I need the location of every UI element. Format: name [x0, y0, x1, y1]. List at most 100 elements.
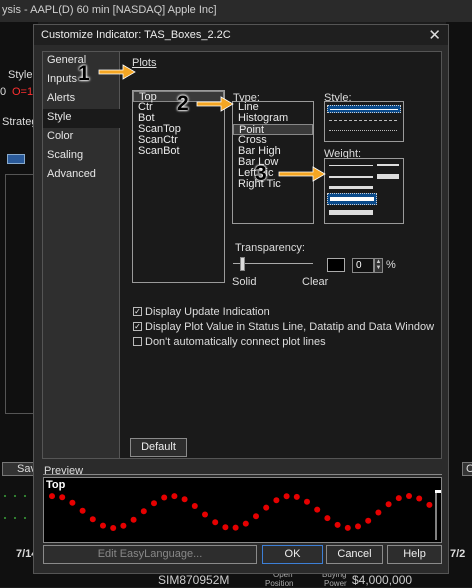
- account-bar: SIM870952M Open Position Buying Power $4…: [0, 570, 472, 588]
- preview-dot: [59, 494, 66, 501]
- close-icon[interactable]: ✕: [428, 26, 441, 44]
- edit-easylanguage-button[interactable]: Edit EasyLanguage...: [43, 545, 257, 564]
- preview-dot: [130, 516, 137, 523]
- preview-dot-plot: [49, 490, 441, 540]
- side-style-label: Style: [8, 69, 33, 81]
- color-swatch[interactable]: [327, 258, 345, 272]
- preview-dot: [375, 509, 382, 516]
- preview-dot: [273, 497, 280, 504]
- preview-dot: [304, 498, 310, 505]
- default-button[interactable]: Default: [130, 438, 187, 457]
- preview-dot: [253, 513, 259, 520]
- status-line-row[interactable]: ✓ Display Plot Value in Status Line, Dat…: [133, 320, 434, 333]
- percent-sign: %: [386, 259, 396, 271]
- preview-dot: [344, 524, 351, 531]
- transparency-slider-track[interactable]: [233, 263, 313, 264]
- plots-listbox[interactable]: Top Ctr Bot ScanTop ScanCtr ScanBot: [132, 90, 225, 283]
- ok-button[interactable]: OK: [262, 545, 323, 564]
- preview-dot: [385, 501, 392, 508]
- app-title: ysis - AAPL(D) 60 min [NASDAQ] Apple Inc…: [2, 4, 217, 16]
- preview-dot: [426, 501, 433, 508]
- preview-dot: [110, 525, 117, 531]
- app-title-bar: ysis - AAPL(D) 60 min [NASDAQ] Apple Inc…: [0, 0, 472, 22]
- nav-color[interactable]: Color: [43, 128, 119, 147]
- preview-dot: [395, 495, 402, 502]
- preview-label: Preview: [44, 465, 84, 477]
- dialog-title-bar: Customize Indicator: TAS_Boxes_2.2C ✕: [34, 25, 448, 45]
- preview-dot: [212, 519, 219, 526]
- preview-dot: [89, 516, 96, 523]
- cancel-button[interactable]: Cancel: [326, 545, 383, 564]
- weight-option-7[interactable]: [329, 210, 373, 215]
- preview-pane: Top: [43, 477, 442, 543]
- preview-dot: [140, 508, 147, 515]
- type-item-histogram[interactable]: Histogram: [233, 113, 313, 124]
- plot-item-scanbot[interactable]: ScanBot: [133, 146, 224, 157]
- preview-dot: [406, 493, 412, 499]
- style-option-solid[interactable]: [327, 105, 401, 113]
- preview-dot: [324, 515, 331, 522]
- arrow-icon: [98, 64, 136, 80]
- preview-dot: [242, 520, 249, 527]
- preview-dot: [181, 496, 188, 503]
- save-button[interactable]: Sav: [2, 462, 36, 476]
- update-indication-checkbox[interactable]: ✓: [133, 307, 142, 316]
- connect-lines-label: Don't automatically connect plot lines: [145, 335, 326, 348]
- right-edge-button[interactable]: C: [462, 462, 472, 476]
- customize-indicator-dialog: Customize Indicator: TAS_Boxes_2.2C ✕ Ge…: [33, 24, 449, 574]
- weight-option-3[interactable]: [329, 176, 373, 178]
- style-option-dotted[interactable]: [329, 130, 397, 131]
- transparency-spinner[interactable]: ▲ ▼: [374, 258, 383, 273]
- update-indication-label: Display Update Indication: [145, 305, 270, 318]
- status-line-checkbox[interactable]: ✓: [133, 322, 142, 331]
- preview-dot: [151, 500, 157, 507]
- side-value-prefix: 0: [0, 86, 7, 98]
- preview-dot: [191, 503, 198, 509]
- preview-divider: [43, 474, 442, 475]
- line-weight-selector[interactable]: [324, 158, 404, 224]
- annotation-1-number: 1: [78, 62, 90, 85]
- connect-lines-row[interactable]: Don't automatically connect plot lines: [133, 335, 326, 348]
- preview-dot: [69, 499, 76, 506]
- line-style-selector[interactable]: [324, 101, 404, 142]
- preview-dot: [263, 504, 270, 511]
- nav-scaling[interactable]: Scaling: [43, 147, 119, 166]
- arrow-icon: [196, 96, 234, 112]
- preview-dot: [171, 493, 178, 500]
- date-label-right: 7/2: [450, 548, 466, 560]
- weight-option-selected[interactable]: [327, 193, 377, 205]
- weight-option-4[interactable]: [377, 174, 399, 179]
- nav-alerts[interactable]: Alerts: [43, 90, 119, 109]
- preview-dot: [232, 524, 239, 531]
- preview-dot: [100, 522, 106, 529]
- annotation-1: 1: [78, 62, 90, 86]
- buying-power-value: $4,000,000: [352, 573, 413, 587]
- chart-thumb-icon: [7, 154, 25, 164]
- update-indication-row[interactable]: ✓ Display Update Indication: [133, 305, 270, 318]
- style-option-dashed[interactable]: [329, 120, 397, 121]
- chart-frame: [5, 174, 35, 414]
- nav-style[interactable]: Style: [43, 109, 120, 128]
- annotation-3-number: 3: [255, 162, 267, 185]
- preview-dot: [416, 495, 423, 502]
- preview-dot: [334, 521, 341, 528]
- weight-option-5[interactable]: [329, 186, 373, 189]
- connect-lines-checkbox[interactable]: [133, 337, 142, 346]
- preview-dot: [283, 493, 290, 500]
- transparency-input[interactable]: 0: [352, 258, 374, 273]
- settings-nav: General Inputs Alerts Style Color Scalin…: [42, 51, 120, 459]
- preview-dot: [79, 507, 86, 514]
- annotation-2: 2: [177, 92, 189, 116]
- weight-option-2[interactable]: [377, 164, 399, 166]
- preview-dot: [161, 494, 168, 501]
- transparency-slider-thumb[interactable]: [240, 257, 245, 271]
- annotation-3: 3: [255, 162, 267, 186]
- solid-label: Solid: [232, 276, 257, 288]
- help-button[interactable]: Help: [387, 545, 442, 564]
- preview-dot: [314, 506, 321, 513]
- dialog-title: Customize Indicator: TAS_Boxes_2.2C: [41, 29, 231, 41]
- type-listbox[interactable]: Line Histogram Point Cross Bar High Bar …: [232, 101, 314, 224]
- weight-option-1[interactable]: [329, 165, 373, 166]
- nav-advanced[interactable]: Advanced: [43, 166, 119, 185]
- preview-dot: [202, 511, 208, 518]
